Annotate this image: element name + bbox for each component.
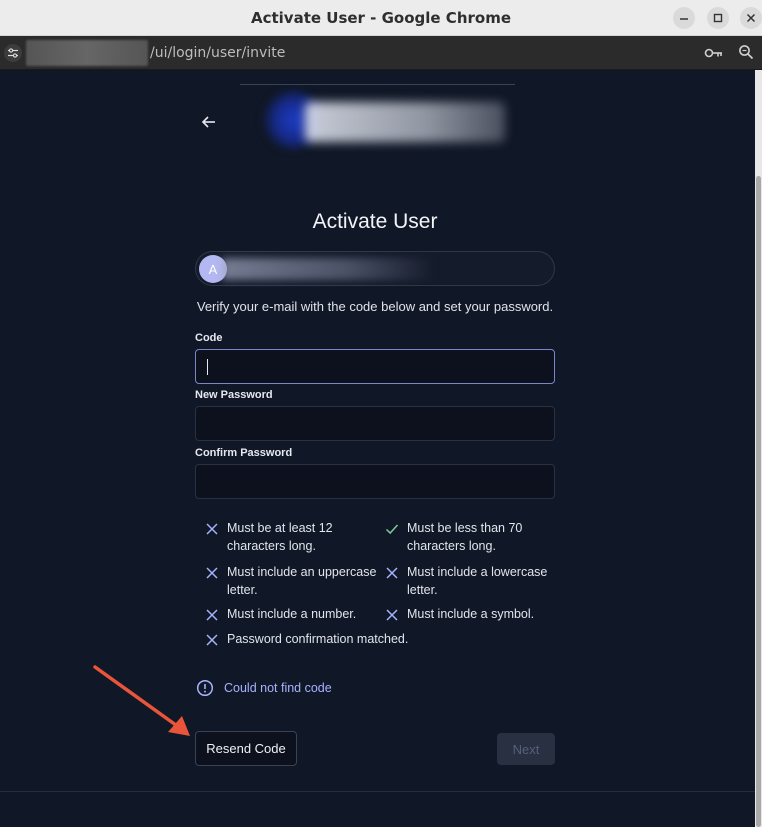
maximize-icon (713, 13, 723, 23)
address-bar[interactable]: /ui/login/user/invite (0, 36, 762, 70)
requirement-item: Must include a symbol. (385, 605, 555, 623)
x-mark-icon (206, 523, 218, 535)
resend-code-button[interactable]: Resend Code (195, 731, 297, 766)
check-icon (385, 524, 399, 535)
redacted-email (222, 258, 432, 280)
alert-circle-icon (196, 679, 214, 697)
instructions-text: Verify your e-mail with the code below a… (196, 299, 554, 314)
page-title: Activate User (312, 210, 438, 233)
next-button[interactable]: Next (497, 733, 555, 765)
requirement-text: Must be at least 12 (227, 521, 333, 535)
window-title: Activate User - Google Chrome (250, 9, 512, 27)
requirement-item: Must be at least 12 characters long. (205, 519, 375, 555)
x-mark-icon (386, 567, 398, 579)
requirement-text: Must include a number. (227, 607, 357, 621)
code-input[interactable] (195, 349, 555, 384)
site-info-button[interactable] (4, 44, 22, 62)
confirm-password-label: Confirm Password (195, 447, 293, 459)
scrollbar-thumb[interactable] (756, 176, 761, 827)
logo-divider (240, 84, 515, 85)
close-icon (746, 13, 756, 23)
requirement-text: Must include an uppercase (227, 565, 377, 579)
requirement-text: characters long. (407, 539, 496, 553)
new-password-input[interactable] (195, 406, 555, 441)
minimize-icon (680, 18, 688, 20)
url-path[interactable]: /ui/login/user/invite (150, 45, 285, 61)
error-text: Could not find code (224, 681, 332, 695)
close-window-button[interactable] (740, 7, 762, 29)
requirement-item: Password confirmation matched. (205, 630, 505, 648)
requirement-item: Must be less than 70 characters long. (385, 519, 555, 555)
minimize-button[interactable] (673, 7, 695, 29)
footer-divider (0, 791, 755, 792)
confirm-password-input[interactable] (195, 464, 555, 499)
requirement-text: letter. (227, 583, 258, 597)
back-arrow-icon[interactable] (200, 113, 218, 131)
requirement-text: characters long. (227, 539, 316, 553)
user-chip: A (195, 251, 555, 286)
new-password-label: New Password (195, 389, 273, 401)
requirement-text: Must include a symbol. (407, 607, 535, 621)
code-label: Code (195, 332, 223, 344)
redacted-host (26, 40, 148, 66)
tune-icon (8, 48, 18, 58)
requirement-text: letter. (407, 583, 438, 597)
window-titlebar: Activate User - Google Chrome (0, 0, 762, 36)
x-mark-icon (206, 634, 218, 646)
requirement-item: Must include a number. (205, 605, 375, 623)
scrollbar[interactable] (755, 70, 762, 827)
x-mark-icon (206, 609, 218, 621)
requirement-text: Must be less than 70 (407, 521, 523, 535)
zoom-icon[interactable] (738, 44, 754, 60)
annotation-arrow-icon (93, 665, 190, 736)
x-mark-icon (206, 567, 218, 579)
key-icon[interactable] (704, 45, 724, 61)
requirement-text: Password confirmation matched. (227, 632, 409, 646)
requirement-item: Must include a lowercase letter. (385, 563, 555, 599)
requirement-text: Must include a lowercase (407, 565, 548, 579)
requirement-item: Must include an uppercase letter. (205, 563, 380, 599)
brand-logo (240, 82, 520, 162)
logo-wordmark (305, 102, 505, 142)
text-caret (207, 359, 208, 375)
x-mark-icon (386, 609, 398, 621)
maximize-button[interactable] (707, 7, 729, 29)
